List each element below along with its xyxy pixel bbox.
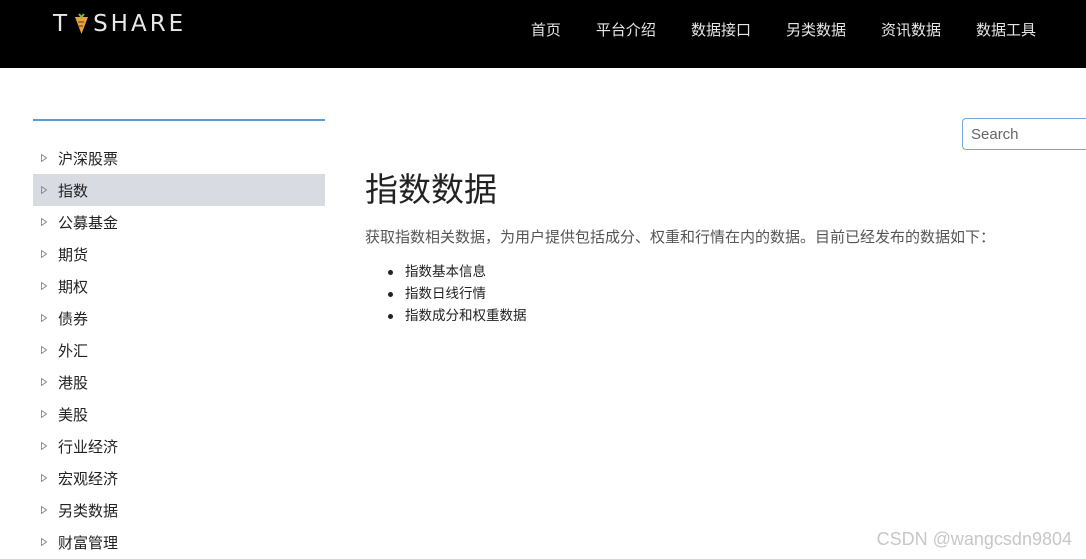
sidebar-item-label: 外汇	[58, 341, 89, 360]
csdn-watermark: CSDN @wangcsdn9804	[876, 529, 1072, 549]
logo-text-left: T	[53, 11, 71, 37]
sidebar-item-label: 期货	[58, 245, 89, 264]
sidebar-item-index[interactable]: 指数	[33, 174, 325, 206]
caret-right-icon	[41, 474, 49, 482]
sidebar-item-industry-economy[interactable]: 行业经济	[33, 430, 325, 462]
sidebar-item-label: 公募基金	[58, 213, 119, 232]
caret-right-icon	[41, 378, 49, 386]
caret-right-icon	[41, 154, 49, 162]
sidebar-item-hk-stocks[interactable]: 港股	[33, 366, 325, 398]
main-content: 指数数据 获取指数相关数据，为用户提供包括成分、权重和行情在内的数据。目前已经发…	[365, 170, 1065, 327]
sidebar-item-label: 港股	[58, 373, 89, 392]
sidebar-item-options[interactable]: 期权	[33, 270, 325, 302]
sidebar-divider	[33, 119, 325, 121]
data-list: 指数基本信息 指数日线行情 指数成分和权重数据	[365, 261, 1065, 327]
nav-data-api[interactable]: 数据接口	[691, 19, 751, 40]
search-input[interactable]	[962, 118, 1086, 150]
nav-platform-intro[interactable]: 平台介绍	[596, 19, 656, 40]
sidebar-item-label: 美股	[58, 405, 89, 424]
list-item-index-daily-quotes[interactable]: 指数日线行情	[388, 283, 1065, 305]
caret-right-icon	[41, 442, 49, 450]
list-item-index-constituents-weights[interactable]: 指数成分和权重数据	[388, 305, 1065, 327]
sidebar-item-stocks[interactable]: 沪深股票	[33, 142, 325, 174]
sidebar-item-label: 宏观经济	[58, 469, 119, 488]
sidebar: 沪深股票 指数 公募基金 期货 期权 债券 外汇 港股 美股 行业经济 宏观经济…	[33, 119, 325, 558]
sidebar-item-wealth-management[interactable]: 财富管理	[33, 526, 325, 558]
caret-right-icon	[41, 346, 49, 354]
nav-alternative-data[interactable]: 另类数据	[786, 19, 846, 40]
carrot-logo-icon	[72, 13, 91, 35]
sidebar-list: 沪深股票 指数 公募基金 期货 期权 债券 外汇 港股 美股 行业经济 宏观经济…	[33, 142, 325, 558]
logo-text-right: SHARE	[93, 11, 187, 37]
sidebar-item-macro-economy[interactable]: 宏观经济	[33, 462, 325, 494]
sidebar-item-funds[interactable]: 公募基金	[33, 206, 325, 238]
caret-right-icon	[41, 410, 49, 418]
caret-right-icon	[41, 538, 49, 546]
sidebar-item-forex[interactable]: 外汇	[33, 334, 325, 366]
sidebar-item-us-stocks[interactable]: 美股	[33, 398, 325, 430]
sidebar-item-alternative-data[interactable]: 另类数据	[33, 494, 325, 526]
sidebar-item-futures[interactable]: 期货	[33, 238, 325, 270]
caret-right-icon	[41, 282, 49, 290]
top-navigation-bar: T SHARE 首页 平台介绍 数据接口 另类数据 资讯数据 数据工具	[0, 0, 1086, 68]
caret-right-icon	[41, 250, 49, 258]
caret-right-icon	[41, 506, 49, 514]
nav-home[interactable]: 首页	[531, 19, 561, 40]
sidebar-item-bonds[interactable]: 债券	[33, 302, 325, 334]
caret-right-icon	[41, 218, 49, 226]
sidebar-item-label: 期权	[58, 277, 89, 296]
page-title: 指数数据	[365, 170, 497, 209]
sidebar-item-label: 财富管理	[58, 533, 119, 552]
list-item-index-basic-info[interactable]: 指数基本信息	[388, 261, 1065, 283]
caret-right-icon	[41, 186, 49, 194]
sidebar-item-label: 指数	[58, 181, 89, 200]
sidebar-item-label: 沪深股票	[58, 149, 119, 168]
sidebar-item-label: 债券	[58, 309, 89, 328]
intro-text: 获取指数相关数据，为用户提供包括成分、权重和行情在内的数据。目前已经发布的数据如…	[365, 228, 996, 246]
main-nav: 首页 平台介绍 数据接口 另类数据 资讯数据 数据工具	[531, 0, 1036, 58]
caret-right-icon	[41, 314, 49, 322]
nav-news-data[interactable]: 资讯数据	[881, 19, 941, 40]
tushare-logo[interactable]: T SHARE	[53, 10, 186, 38]
sidebar-item-label: 另类数据	[58, 501, 119, 520]
nav-data-tools[interactable]: 数据工具	[976, 19, 1036, 40]
sidebar-item-label: 行业经济	[58, 437, 119, 456]
